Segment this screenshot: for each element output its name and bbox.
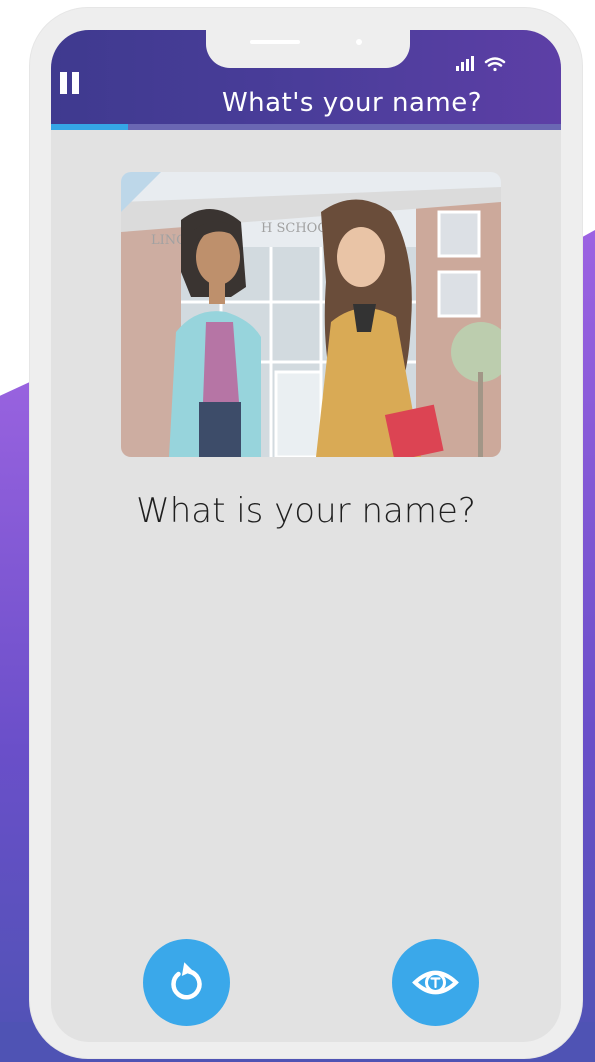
phone-screen: What's your name? LINC H SCHOOL What is …	[51, 30, 561, 1042]
speaker-grille	[250, 40, 300, 44]
status-icons	[456, 56, 506, 72]
replay-icon	[171, 962, 202, 1000]
wifi-icon	[484, 57, 506, 72]
camera-dot	[356, 39, 362, 45]
page-title: What's your name?	[221, 88, 483, 118]
progress-fill	[51, 124, 128, 130]
reveal-text-button[interactable]	[392, 939, 479, 1026]
scene-illustration: LINC H SCHOOL	[121, 172, 501, 457]
progress-bar	[51, 124, 561, 130]
eye-icon	[412, 970, 459, 995]
replay-button[interactable]	[143, 939, 230, 1026]
phone-frame: What's your name? LINC H SCHOOL What is …	[30, 8, 582, 1058]
signal-icon	[456, 56, 474, 71]
question-text: What is your name?	[136, 491, 476, 531]
phone-notch	[206, 30, 410, 68]
school-scene: LINC H SCHOOL	[121, 172, 501, 457]
